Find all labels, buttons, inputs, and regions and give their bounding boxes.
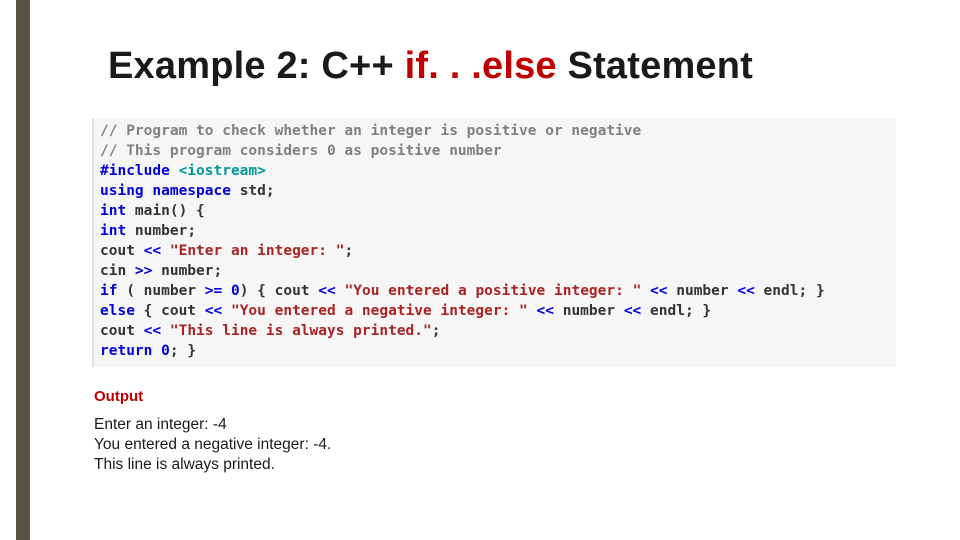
code-text: number <box>126 223 187 239</box>
slide-title: Example 2: C++ if. . .else Statement <box>108 45 753 88</box>
code-text: endl <box>641 303 685 319</box>
code-comment: // This program considers 0 as positive … <box>100 143 502 159</box>
code-text: ; } <box>685 303 711 319</box>
code-op: << <box>737 283 754 299</box>
code-block: // Program to check whether an integer i… <box>92 118 896 367</box>
code-string: "This line is always printed." <box>170 323 432 339</box>
code-include: <iostream> <box>170 163 266 179</box>
code-text: cout <box>100 323 144 339</box>
code-text: ; <box>187 223 196 239</box>
code-text: ; <box>266 183 275 199</box>
code-keyword: return <box>100 343 152 359</box>
code-op: << <box>205 303 222 319</box>
code-text: main <box>126 203 170 219</box>
code-string: "You entered a negative integer: " <box>231 303 528 319</box>
code-keyword: int <box>100 203 126 219</box>
code-text <box>641 283 650 299</box>
title-keyword: if. . .else <box>405 45 557 87</box>
code-op: << <box>144 243 161 259</box>
code-keyword: int <box>100 223 126 239</box>
code-text <box>161 243 170 259</box>
code-keyword: else <box>100 303 135 319</box>
code-comment: // Program to check whether an integer i… <box>100 123 641 139</box>
code-text: number <box>554 303 624 319</box>
code-op: << <box>650 283 667 299</box>
slide: Example 2: C++ if. . .else Statement // … <box>0 0 960 540</box>
code-text: cout <box>100 243 144 259</box>
code-text: number <box>668 283 738 299</box>
code-text <box>222 303 231 319</box>
output-text: Enter an integer: -4 You entered a negat… <box>94 415 331 475</box>
code-op: << <box>318 283 335 299</box>
code-op: << <box>624 303 641 319</box>
code-text <box>222 283 231 299</box>
code-keyword: namespace <box>144 183 231 199</box>
code-text: ; } <box>170 343 196 359</box>
code-string: "Enter an integer: " <box>170 243 345 259</box>
code-text: std <box>231 183 266 199</box>
code-text: ; <box>214 263 223 279</box>
code-op: << <box>537 303 554 319</box>
code-text <box>528 303 537 319</box>
left-rail <box>16 0 30 540</box>
code-op: << <box>144 323 161 339</box>
code-keyword: using <box>100 183 144 199</box>
code-keyword: if <box>100 283 117 299</box>
code-text: { cout <box>135 303 205 319</box>
code-string: "You entered a positive integer: " <box>345 283 642 299</box>
code-text <box>161 323 170 339</box>
code-text <box>152 343 161 359</box>
code-text: number <box>152 263 213 279</box>
code-op: >= <box>205 283 222 299</box>
code-text: cin <box>100 263 135 279</box>
code-keyword: #include <box>100 163 170 179</box>
code-text: ; } <box>798 283 824 299</box>
code-text: ( number <box>117 283 204 299</box>
code-text: ) { cout <box>240 283 319 299</box>
code-number: 0 <box>161 343 170 359</box>
title-pre: Example 2: C++ <box>108 45 405 87</box>
title-post: Statement <box>557 45 753 87</box>
code-text: () { <box>170 203 205 219</box>
code-text: ; <box>344 243 353 259</box>
code-text <box>336 283 345 299</box>
code-text: endl <box>755 283 799 299</box>
code-text: ; <box>432 323 441 339</box>
code-op: >> <box>135 263 152 279</box>
output-heading: Output <box>94 388 143 405</box>
code-number: 0 <box>231 283 240 299</box>
